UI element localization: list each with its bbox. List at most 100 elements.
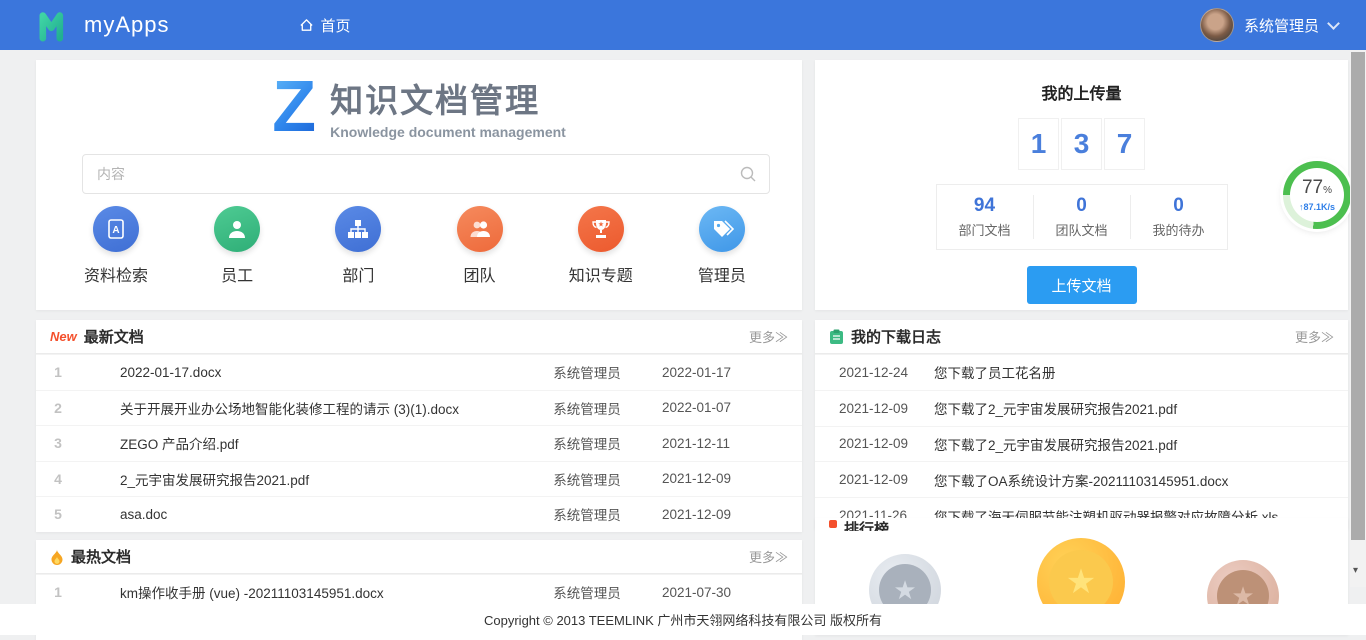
download-log-title: 我的下载日志 <box>851 326 941 347</box>
org-chart-icon <box>335 206 381 252</box>
doc-date: 2021-12-11 <box>662 436 802 451</box>
shortcut-label: 部门 <box>342 262 374 286</box>
doc-stats: 94 部门文档 0 团队文档 0 我的待办 <box>936 184 1228 250</box>
doc-name[interactable]: 2_元宇宙发展研究报告2021.pdf <box>80 469 512 489</box>
app-logo: Z 知识文档管理 Knowledge document management <box>36 74 802 140</box>
doc-author: 系统管理员 <box>512 433 662 453</box>
log-text: 您下载了员工花名册 <box>934 362 1348 382</box>
doc-date: 2022-01-17 <box>662 365 802 380</box>
doc-date: 2022-01-07 <box>662 400 802 415</box>
page-scrollbar[interactable]: ▾ <box>1350 50 1366 587</box>
user-name: 系统管理员 <box>1244 15 1319 36</box>
doc-author: 系统管理员 <box>512 469 662 489</box>
top-navbar: myApps 首页 系统管理员 <box>0 0 1366 50</box>
myapps-m-icon <box>38 8 76 42</box>
svg-text:A: A <box>112 225 119 236</box>
stat-my-todo[interactable]: 0 我的待办 <box>1130 195 1227 239</box>
log-date: 2021-12-09 <box>839 436 934 451</box>
scrollbar-down-arrow-icon[interactable]: ▾ <box>1353 565 1358 576</box>
doc-name[interactable]: 关于开展开业办公场地智能化装修工程的请示 (3)(1).docx <box>80 398 512 418</box>
shortcut-label: 资料检索 <box>84 262 148 286</box>
shortcut-team[interactable]: 团队 <box>430 206 530 286</box>
doc-author: 系统管理员 <box>512 362 662 382</box>
stat-label: 我的待办 <box>1131 220 1227 239</box>
scrollbar-thumb[interactable] <box>1351 52 1365 540</box>
shortcut-row: A 资料检索 员工 部门 团队 ★ 知识专题 <box>66 206 772 286</box>
log-text: 您下载了2_元宇宙发展研究报告2021.pdf <box>934 398 1348 418</box>
table-row[interactable]: 1 2022-01-17.docx 系统管理员 2022-01-17 <box>36 354 802 390</box>
latest-docs-title: 最新文档 <box>84 326 144 347</box>
search-icon[interactable] <box>738 164 758 184</box>
download-log-card: 我的下载日志 更多≫ 2021-12-24 您下载了员工花名册 2021-12-… <box>815 320 1348 529</box>
list-item[interactable]: 2021-12-09 您下载了2_元宇宙发展研究报告2021.pdf <box>815 390 1348 426</box>
shortcut-label: 员工 <box>221 262 253 286</box>
log-date: 2021-12-09 <box>839 472 934 487</box>
doc-author: 系统管理员 <box>512 582 662 602</box>
latest-docs-more-link[interactable]: 更多≫ <box>749 327 788 346</box>
stat-department-docs[interactable]: 94 部门文档 <box>937 195 1033 239</box>
z-logo-icon: Z <box>272 74 316 140</box>
clipboard-icon <box>829 329 844 345</box>
upload-panel-title: 我的上传量 <box>815 80 1348 104</box>
log-date: 2021-12-24 <box>839 365 934 380</box>
brand-name: myApps <box>84 12 169 38</box>
upload-doc-button[interactable]: 上传文档 <box>1027 266 1137 304</box>
log-text: 您下载了2_元宇宙发展研究报告2021.pdf <box>934 434 1348 454</box>
row-index: 2 <box>36 400 80 416</box>
shortcut-employee[interactable]: 员工 <box>187 206 287 286</box>
team-icon <box>457 206 503 252</box>
upload-count: 1 3 7 <box>815 118 1348 170</box>
hot-docs-title: 最热文档 <box>71 546 131 567</box>
table-row[interactable]: 5 asa.doc 系统管理员 2021-12-09 <box>36 496 802 532</box>
shortcut-label: 知识专题 <box>569 262 633 286</box>
upload-count-digit: 3 <box>1061 118 1102 170</box>
table-row[interactable]: 3 ZEGO 产品介绍.pdf 系统管理员 2021-12-11 <box>36 425 802 461</box>
home-icon <box>299 18 314 33</box>
doc-name[interactable]: 2022-01-17.docx <box>80 365 512 380</box>
stat-value: 0 <box>1034 195 1130 217</box>
new-badge-icon: New <box>50 329 77 344</box>
stat-team-docs[interactable]: 0 团队文档 <box>1033 195 1130 239</box>
shortcut-label: 管理员 <box>698 262 746 286</box>
nav-home[interactable]: 首页 <box>299 15 350 36</box>
list-item[interactable]: 2021-12-24 您下载了员工花名册 <box>815 354 1348 390</box>
flame-icon <box>50 549 64 565</box>
list-item[interactable]: 2021-12-09 您下载了2_元宇宙发展研究报告2021.pdf <box>815 426 1348 462</box>
table-row[interactable]: 4 2_元宇宙发展研究报告2021.pdf 系统管理员 2021-12-09 <box>36 461 802 497</box>
stat-value: 94 <box>937 195 1033 217</box>
latest-docs-card: New 最新文档 更多≫ 1 2022-01-17.docx 系统管理员 202… <box>36 320 802 532</box>
doc-author: 系统管理员 <box>512 504 662 524</box>
download-log-more-link[interactable]: 更多≫ <box>1295 327 1334 346</box>
shortcut-department[interactable]: 部门 <box>308 206 408 286</box>
shortcut-admin[interactable]: 管理员 <box>672 206 772 286</box>
user-avatar <box>1200 8 1234 42</box>
hot-docs-more-link[interactable]: 更多≫ <box>749 547 788 566</box>
employee-icon <box>214 206 260 252</box>
upload-count-digit: 7 <box>1104 118 1145 170</box>
tag-icon <box>699 206 745 252</box>
speed-rate: ↑87.1K/s <box>1299 202 1335 212</box>
speed-percent: 77% <box>1302 179 1332 200</box>
copyright-text: Copyright © 2013 TEEMLINK 广州市天翎网络科技有限公司 … <box>484 610 882 629</box>
user-menu[interactable]: 系统管理员 <box>1200 8 1338 42</box>
doc-date: 2021-07-30 <box>662 585 802 600</box>
log-text: 您下载了OA系统设计方案-20211103145951.docx <box>934 470 1348 490</box>
brand-logo[interactable]: myApps <box>38 8 169 42</box>
shortcut-knowledge-topic[interactable]: ★ 知识专题 <box>551 206 651 286</box>
table-row[interactable]: 2 关于开展开业办公场地智能化装修工程的请示 (3)(1).docx 系统管理员… <box>36 390 802 426</box>
upload-speed-widget[interactable]: 77% ↑87.1K/s <box>1283 161 1351 229</box>
chevron-down-icon <box>1327 17 1340 30</box>
footer: Copyright © 2013 TEEMLINK 广州市天翎网络科技有限公司 … <box>0 604 1366 635</box>
search-input[interactable] <box>82 154 770 194</box>
doc-name[interactable]: km操作收手册 (vue) -20211103145951.docx <box>80 582 512 602</box>
row-index: 3 <box>36 435 80 451</box>
doc-date: 2021-12-09 <box>662 507 802 522</box>
stat-value: 0 <box>1131 195 1227 217</box>
trophy-icon: ★ <box>578 206 624 252</box>
stat-label: 部门文档 <box>937 220 1033 239</box>
list-item[interactable]: 2021-12-09 您下载了OA系统设计方案-20211103145951.d… <box>815 461 1348 497</box>
doc-name[interactable]: asa.doc <box>80 507 512 522</box>
shortcut-data-search[interactable]: A 资料检索 <box>66 206 166 286</box>
doc-name[interactable]: ZEGO 产品介绍.pdf <box>80 433 512 453</box>
document-search-icon: A <box>93 206 139 252</box>
